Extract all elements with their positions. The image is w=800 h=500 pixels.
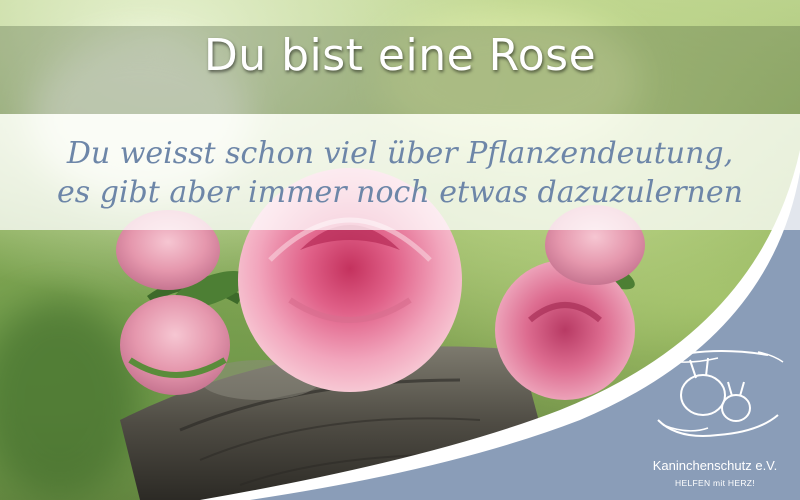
subtitle-line-1: Du weisst schon viel über Pflanzendeutun… (66, 136, 734, 171)
page-title: Du bist eine Rose (203, 30, 597, 81)
brand-tagline: HELFEN mit HERZ! (675, 478, 755, 488)
subtitle-line-2: es gibt aber immer noch etwas dazuzulern… (57, 175, 743, 210)
brand-name: Kaninchenschutz e.V. (652, 458, 778, 473)
subtitle-band (0, 114, 800, 230)
hands-rabbits-icon (657, 350, 784, 437)
